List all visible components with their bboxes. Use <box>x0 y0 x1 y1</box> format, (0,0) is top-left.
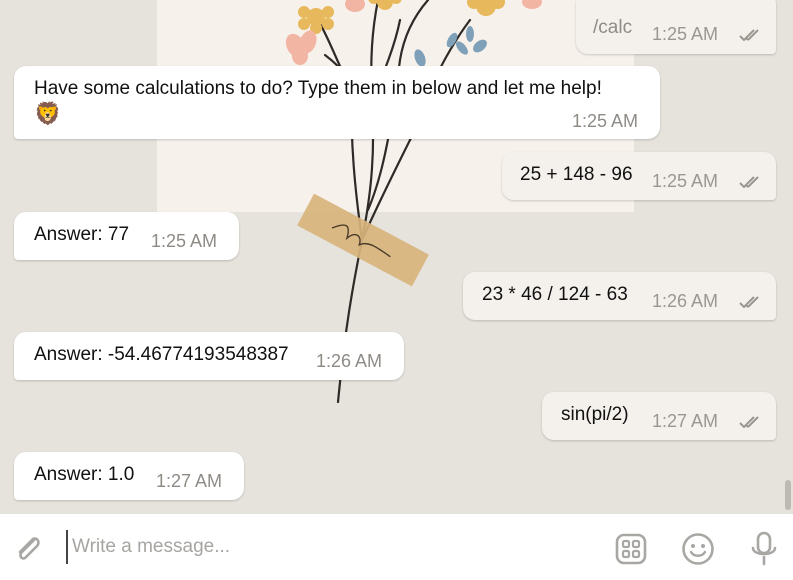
message-text: Answer: -54.46774193548387 <box>34 344 289 365</box>
chat-scrollbar[interactable] <box>785 480 791 510</box>
message-text: /calc <box>593 17 633 38</box>
message-time: 1:26 AM <box>652 291 719 311</box>
message-text: Have some calculations to do? Type them … <box>34 78 602 99</box>
message-time: 1:26 AM <box>316 351 383 371</box>
double-check-icon <box>739 176 759 189</box>
lion-emoji-icon: 🦁 <box>34 101 62 126</box>
double-check-icon <box>739 296 759 309</box>
message-text: 23 * 46 / 124 - 63 <box>482 284 628 305</box>
message-input[interactable] <box>66 530 592 564</box>
message-time: 1:27 AM <box>652 411 719 431</box>
message-time: 1:27 AM <box>156 471 223 491</box>
message-time: 1:25 AM <box>652 24 719 44</box>
attach-icon[interactable] <box>12 532 44 564</box>
double-check-icon <box>739 416 759 429</box>
chat-area: /calc 1:25 AM Have some calculations to … <box>0 0 793 513</box>
emoji-icon[interactable] <box>680 531 716 567</box>
message-outgoing[interactable]: sin(pi/2) 1:27 AM <box>542 392 776 440</box>
message-outgoing[interactable]: /calc 1:25 AM <box>576 0 776 54</box>
message-time: 1:25 AM <box>151 231 218 251</box>
microphone-icon[interactable] <box>748 530 780 568</box>
message-incoming[interactable]: Answer: -54.46774193548387 1:26 AM <box>14 332 404 380</box>
message-text: sin(pi/2) <box>561 404 629 425</box>
message-outgoing[interactable]: 25 + 148 - 96 1:25 AM <box>502 152 776 200</box>
message-composer <box>0 513 793 580</box>
message-incoming[interactable]: Have some calculations to do? Type them … <box>14 66 660 139</box>
message-text: 25 + 148 - 96 <box>520 164 633 185</box>
sticker-panel-icon[interactable] <box>614 532 648 566</box>
message-text: Answer: 1.0 <box>34 464 135 485</box>
double-check-icon <box>739 29 759 42</box>
message-outgoing[interactable]: 23 * 46 / 124 - 63 1:26 AM <box>463 272 776 320</box>
message-text: Answer: 77 <box>34 224 130 245</box>
message-time: 1:25 AM <box>572 111 639 131</box>
message-incoming[interactable]: Answer: 1.0 1:27 AM <box>14 452 244 500</box>
message-incoming[interactable]: Answer: 77 1:25 AM <box>14 212 239 260</box>
message-time: 1:25 AM <box>652 171 719 191</box>
